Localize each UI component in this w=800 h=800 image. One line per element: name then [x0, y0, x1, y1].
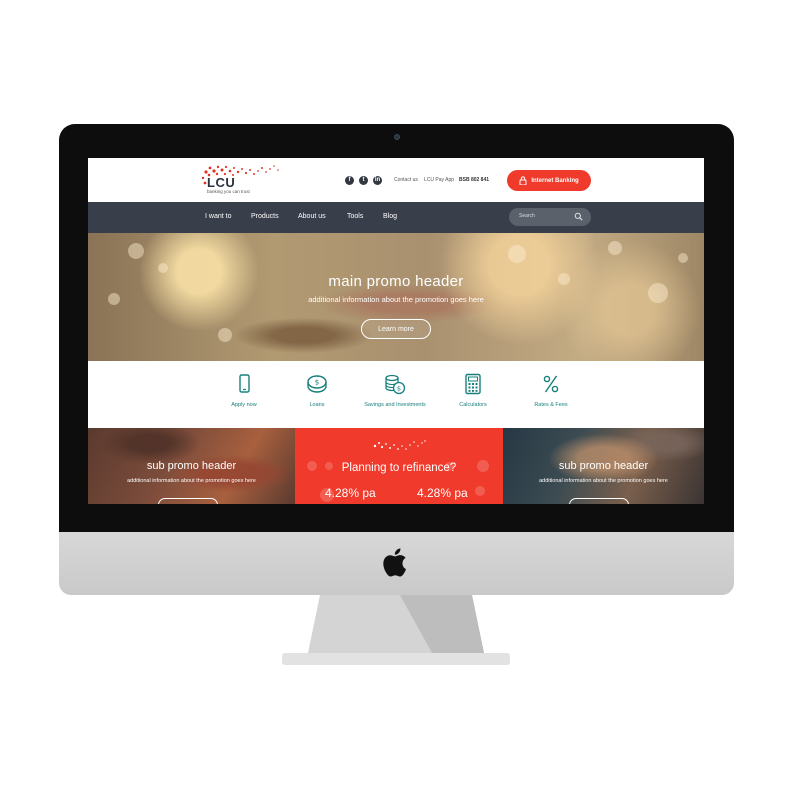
quick-link-label: Calculators — [459, 402, 487, 408]
learn-more-button[interactable]: Learn more — [361, 319, 431, 339]
nav-item-products[interactable]: Products — [251, 213, 279, 220]
main-nav: I want to Products About us Tools Blog S… — [88, 202, 704, 233]
percent-icon — [543, 375, 559, 393]
search-placeholder: Search — [519, 213, 535, 219]
promo-title: sub promo header — [558, 460, 649, 472]
logo-tagline: banking you can trust — [207, 189, 250, 194]
nav-item-about-us[interactable]: About us — [298, 213, 326, 220]
search-input[interactable]: Search — [509, 208, 591, 226]
search-icon[interactable] — [574, 212, 583, 221]
calculator-icon — [465, 373, 481, 395]
internet-banking-label: Internet Banking — [531, 177, 579, 184]
promo-rate: 4.28% pa — [417, 486, 468, 500]
monitor-mockup: LCU banking you can trust f t in Contact… — [0, 0, 800, 800]
internet-banking-button[interactable]: Internet Banking — [507, 170, 591, 191]
pay-app-link[interactable]: LCU Pay App — [424, 177, 454, 183]
promo-title: Planning to refinance? — [341, 462, 457, 474]
nav-item-tools[interactable]: Tools — [347, 213, 363, 220]
coin-stack-icon: $ — [385, 374, 406, 395]
quick-link-label: Savings and Investments — [364, 402, 426, 408]
promo-row: sub promo header additional information … — [88, 428, 704, 504]
promo-subtitle: additional information about the promoti… — [127, 478, 256, 484]
linkedin-icon[interactable]: in — [373, 176, 382, 185]
promo-card-right[interactable]: sub promo header additional information … — [503, 428, 704, 504]
svg-text:$: $ — [397, 385, 401, 393]
promo-card-refinance[interactable]: Planning to refinance? 4.28% pa 4.28% pa — [295, 428, 503, 504]
promo-title: sub promo header — [146, 460, 237, 472]
facebook-icon[interactable]: f — [345, 176, 354, 185]
quick-link-label: Loans — [309, 402, 325, 408]
quick-link-savings[interactable]: $ Savings and Investments — [350, 373, 440, 408]
contact-us-link[interactable]: Contact us — [394, 177, 418, 183]
promo-subtitle: additional information about the promoti… — [539, 478, 668, 484]
website-screen: LCU banking you can trust f t in Contact… — [88, 158, 704, 504]
webcam — [394, 134, 400, 140]
hero-banner: main promo header additional information… — [88, 233, 704, 361]
coin-icon: $ — [307, 375, 327, 393]
hero-title: main promo header — [328, 273, 464, 290]
nav-item-blog[interactable]: Blog — [383, 213, 397, 220]
logo-dots-icon — [373, 440, 426, 450]
logo-text[interactable]: LCU — [207, 175, 235, 190]
hero-subtitle: additional information about the promoti… — [308, 295, 484, 304]
quick-link-loans[interactable]: $ Loans — [272, 373, 362, 408]
quick-link-label: Rates & Fees — [534, 402, 568, 408]
quick-links: Apply now $ Loans $ Savings and Investme… — [88, 361, 704, 428]
quick-link-rates-fees[interactable]: Rates & Fees — [506, 373, 596, 408]
quick-link-calculators[interactable]: Calculators — [428, 373, 518, 408]
twitter-icon[interactable]: t — [359, 176, 368, 185]
promo-button[interactable] — [569, 498, 629, 504]
promo-rate: 4.28% pa — [325, 486, 376, 500]
promo-button[interactable] — [158, 498, 218, 504]
apple-logo-icon — [383, 548, 406, 577]
bsb-number: BSB 802 841 — [459, 177, 490, 183]
lock-icon — [519, 176, 527, 185]
svg-text:$: $ — [315, 379, 319, 387]
monitor-stand — [282, 595, 510, 665]
phone-icon — [239, 374, 250, 393]
nav-item-i-want-to[interactable]: I want to — [205, 213, 231, 220]
site-header: LCU banking you can trust f t in Contact… — [88, 158, 704, 202]
promo-card-left[interactable]: sub promo header additional information … — [88, 428, 295, 504]
